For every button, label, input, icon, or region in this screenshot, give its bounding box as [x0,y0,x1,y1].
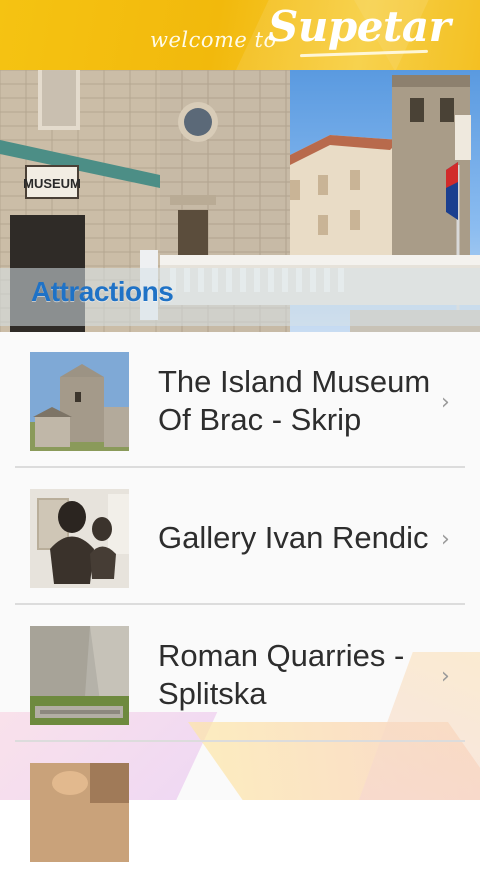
welcome-text: welcome to [150,28,277,52]
stone-tower-photo [30,352,129,451]
list-divider [15,603,465,605]
bronze-bust-photo [30,489,129,588]
section-title: Attractions [31,276,174,307]
attraction-name: Gallery Ivan Rendic [158,519,429,555]
attraction-item[interactable] [0,743,480,880]
museum-sign-text: MUSEUM [23,176,81,191]
chevron-right-icon: › [441,390,450,415]
quarry-rock-photo [30,626,129,725]
attraction-item[interactable]: The Island Museum Of Brac - Skrip › [0,332,480,469]
attraction-item[interactable]: Roman Quarries - Splitska › [0,606,480,743]
chevron-right-icon: › [441,664,450,689]
partial-photo [30,763,129,862]
app-header: welcome to Supetar [0,0,480,70]
list-divider [15,466,465,468]
attraction-name [158,743,448,880]
brand-logo: Supetar [268,2,451,51]
list-divider [15,740,465,742]
attraction-name: The Island Museum Of Brac - Skrip [158,363,431,437]
attraction-name: Roman Quarries - Splitska [158,637,405,711]
attraction-item[interactable]: Gallery Ivan Rendic › [0,469,480,606]
chevron-right-icon: › [441,527,450,552]
